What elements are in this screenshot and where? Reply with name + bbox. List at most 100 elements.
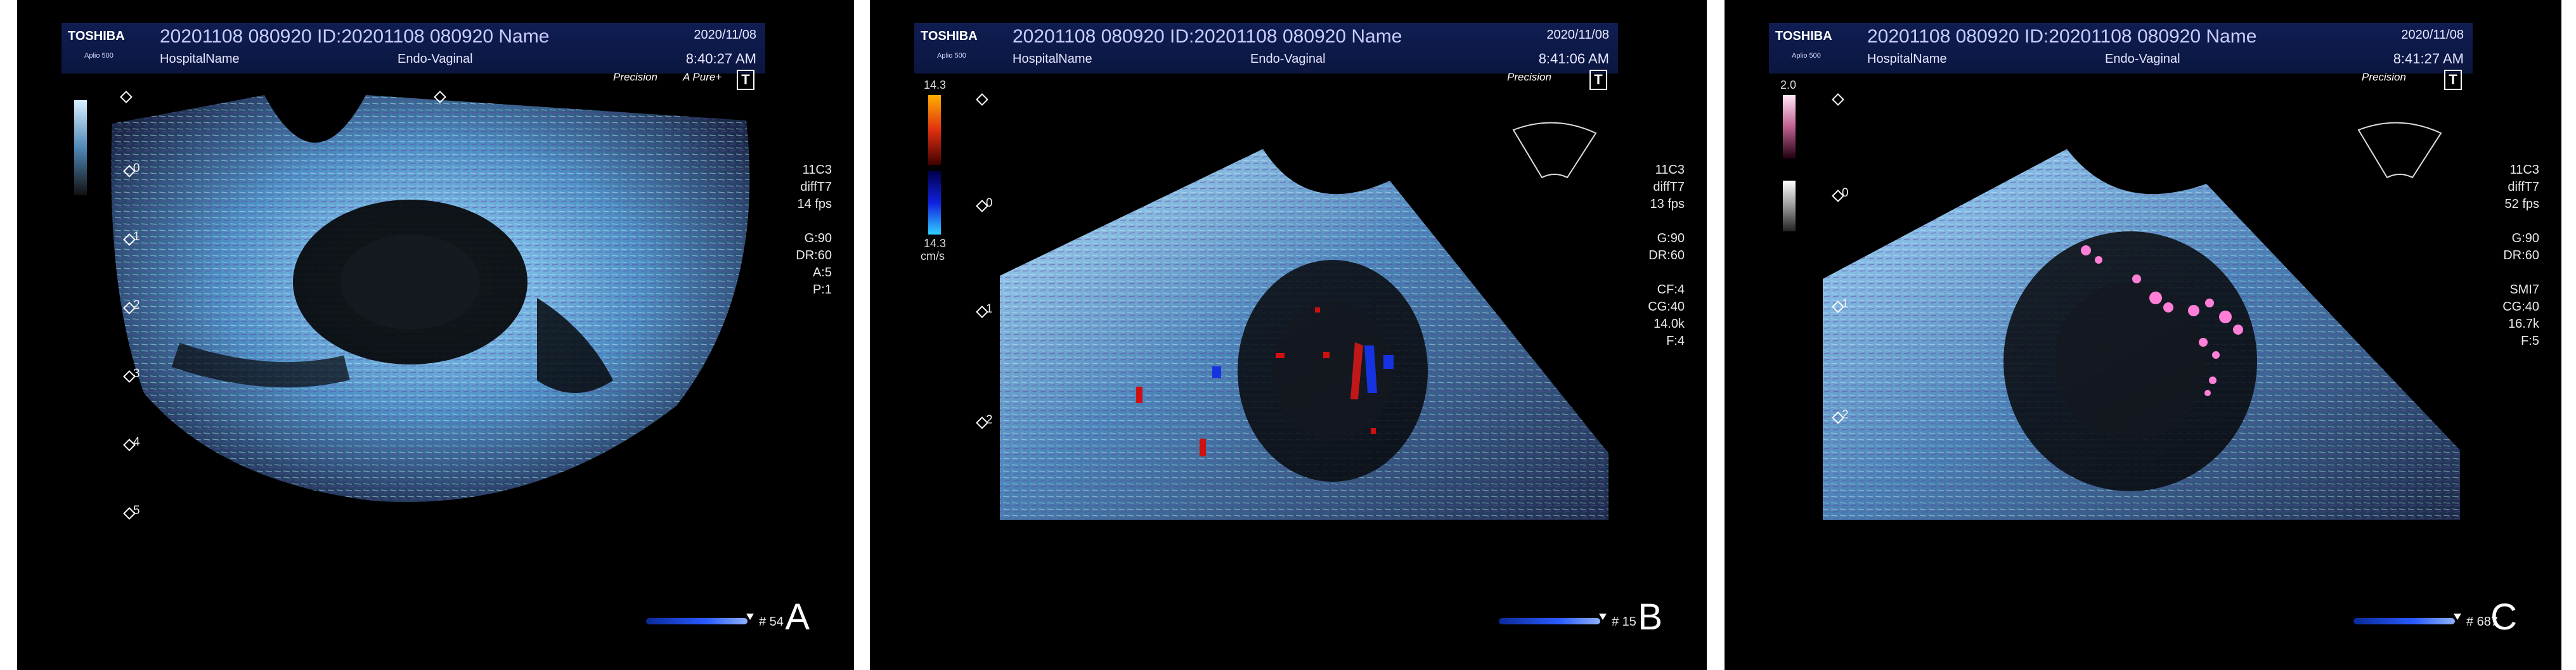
precision-label: Precision xyxy=(1507,71,1551,83)
param: A:5 xyxy=(812,266,832,280)
doppler-flow xyxy=(1323,352,1330,358)
exam-time: 8:41:06 AM xyxy=(1538,51,1609,67)
param: 13 fps xyxy=(1650,197,1685,211)
smi-flow xyxy=(2132,274,2141,283)
device-model: Aplio 500 xyxy=(937,52,966,60)
param: P:1 xyxy=(812,283,832,297)
velocity-scale-top: 14.3 xyxy=(924,79,947,91)
param: DR:60 xyxy=(1648,248,1685,262)
exam-date: 2020/11/08 xyxy=(1546,28,1609,42)
brand-logo: TOSHIBA xyxy=(1775,29,1832,43)
frame-number: # 15 xyxy=(1612,615,1636,629)
doppler-flow xyxy=(1212,366,1221,378)
cine-progress-bar[interactable] xyxy=(646,618,748,624)
ultrasound-panel-b: TOSHIBA Aplio 500 20201108 080920 ID:202… xyxy=(870,0,1707,670)
velocity-unit: cm/s xyxy=(921,250,945,262)
velocity-scale-bottom: 14.3 xyxy=(924,237,947,250)
param: 14 fps xyxy=(797,197,832,211)
param xyxy=(1596,264,1685,281)
doppler-flow xyxy=(1383,355,1394,369)
ultrasound-image-a xyxy=(111,95,750,503)
patient-id: 20201108 080920 ID:20201108 080920 Name xyxy=(1013,26,1402,47)
precision-label: Precision xyxy=(613,71,657,83)
patient-id: 20201108 080920 ID:20201108 080920 Name xyxy=(1867,26,2257,47)
param: CG:40 xyxy=(1648,300,1685,314)
sector-guide xyxy=(1512,122,1597,179)
depth-label: 0 xyxy=(133,162,140,175)
depth-label: 1 xyxy=(986,302,993,316)
param: diffT7 xyxy=(1653,180,1685,194)
exam-type: Endo-Vaginal xyxy=(2105,52,2180,66)
smi-flow xyxy=(2163,302,2173,312)
sector-guide xyxy=(2357,122,2442,179)
cine-marker xyxy=(1599,614,1607,620)
exam-date: 2020/11/08 xyxy=(694,28,756,42)
t-mode-indicator: T xyxy=(1589,70,1607,90)
t-mode-indicator: T xyxy=(737,70,754,90)
param: diffT7 xyxy=(2508,180,2539,194)
hospital-name: HospitalName xyxy=(1867,52,1947,66)
cine-progress-bar[interactable] xyxy=(1499,618,1600,624)
params-list-c: 11C3 diffT7 52 fps G:90 DR:60 SMI7 CG:40… xyxy=(2450,162,2539,350)
ultrasound-image-b xyxy=(1000,122,1608,520)
depth-label: 3 xyxy=(133,367,140,380)
frame-number: # 54 xyxy=(759,615,784,629)
param: G:90 xyxy=(2511,231,2539,245)
param: 11C3 xyxy=(2509,163,2539,177)
smi-flow xyxy=(2219,311,2232,323)
params-list-b: 11C3 diffT7 13 fps G:90 DR:60 CF:4 CG:40… xyxy=(1596,162,1685,350)
smi-flow xyxy=(2205,299,2214,307)
panel-letter: C xyxy=(2490,596,2517,638)
param: 11C3 xyxy=(1655,163,1685,177)
smi-flow xyxy=(2233,325,2243,335)
exam-type: Endo-Vaginal xyxy=(398,52,473,66)
param: G:90 xyxy=(1657,231,1685,245)
smi-flow xyxy=(2199,338,2208,347)
depth-label: 1 xyxy=(1842,297,1849,311)
param xyxy=(743,213,832,230)
smi-flow xyxy=(2081,245,2091,255)
param: CG:40 xyxy=(2502,300,2539,314)
depth-label: 2 xyxy=(1842,408,1849,422)
param xyxy=(2450,264,2539,281)
param: G:90 xyxy=(804,231,832,245)
doppler-flow xyxy=(1276,353,1285,358)
exam-type: Endo-Vaginal xyxy=(1250,52,1326,66)
doppler-flow xyxy=(1371,428,1376,434)
depth-label: 0 xyxy=(1842,186,1849,200)
depth-label: 2 xyxy=(986,413,993,427)
smi-flow xyxy=(2204,390,2211,396)
info-header: TOSHIBA Aplio 500 20201108 080920 ID:202… xyxy=(914,23,1618,74)
smi-scale-top: 2.0 xyxy=(1780,79,1797,91)
depth-label: 1 xyxy=(133,230,140,243)
device-model: Aplio 500 xyxy=(1792,52,1821,60)
param xyxy=(1596,213,1685,230)
brand-logo: TOSHIBA xyxy=(68,29,125,43)
brand-logo: TOSHIBA xyxy=(921,29,978,43)
doppler-flow xyxy=(1315,307,1320,312)
apure-label: A Pure+ xyxy=(683,71,722,83)
info-header: TOSHIBA Aplio 500 20201108 080920 ID:202… xyxy=(61,23,765,74)
cine-progress-bar[interactable] xyxy=(2353,618,2455,624)
exam-time: 8:40:27 AM xyxy=(685,51,756,67)
color-scale-red xyxy=(928,95,941,165)
param: diffT7 xyxy=(800,180,832,194)
cine-marker xyxy=(746,614,754,620)
depth-label: 0 xyxy=(986,196,993,210)
param: F:5 xyxy=(2521,334,2539,348)
hospital-name: HospitalName xyxy=(160,52,240,66)
param: 52 fps xyxy=(2504,197,2539,211)
t-mode-indicator: T xyxy=(2444,70,2462,90)
ultrasound-panel-a: TOSHIBA Aplio 500 20201108 080920 ID:202… xyxy=(17,0,854,670)
exam-time: 8:41:27 AM xyxy=(2393,51,2464,67)
depth-label: 4 xyxy=(133,435,140,449)
smi-flow xyxy=(2209,377,2217,384)
param: DR:60 xyxy=(796,248,832,262)
smi-flow xyxy=(2095,256,2102,264)
param: SMI7 xyxy=(2509,283,2539,297)
info-header: TOSHIBA Aplio 500 20201108 080920 ID:202… xyxy=(1769,23,2473,74)
cine-marker xyxy=(2454,614,2461,620)
params-list-a: 11C3 diffT7 14 fps G:90 DR:60 A:5 P:1 xyxy=(743,162,832,299)
ultrasound-image-c xyxy=(1823,122,2460,520)
ultrasound-panel-c: TOSHIBA Aplio 500 20201108 080920 ID:202… xyxy=(1725,0,2561,670)
